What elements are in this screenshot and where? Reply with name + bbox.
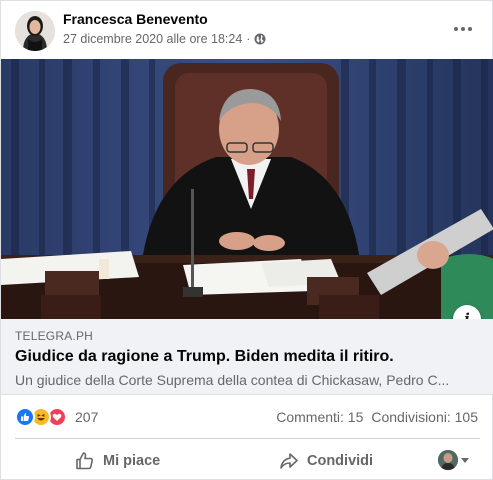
chevron-down-icon: [461, 457, 469, 463]
share-button-label: Condividi: [307, 453, 374, 469]
post-timestamp[interactable]: 27 dicembre 2020 alle ore 18:24: [63, 32, 242, 46]
more-options-icon[interactable]: [449, 17, 477, 41]
like-reaction-icon: [15, 407, 35, 427]
like-button-label: Mi piace: [103, 453, 161, 469]
link-title[interactable]: Giudice da ragione a Trump. Biden medita…: [15, 348, 394, 366]
author-avatar[interactable]: [15, 11, 55, 51]
engagement-counts: Commenti: 15 Condivisioni: 105: [276, 409, 478, 425]
meta-separator: ·: [246, 32, 251, 46]
share-icon: [280, 453, 298, 469]
divider: [15, 438, 480, 439]
link-description: Un giudice della Corte Suprema della con…: [15, 372, 450, 388]
link-preview-image[interactable]: [1, 59, 493, 319]
facebook-post: Francesca Benevento 27 dicembre 2020 all…: [0, 0, 493, 480]
comments-count[interactable]: Commenti: 15: [276, 409, 363, 425]
thumbs-up-icon: [76, 452, 93, 470]
post-as-selector[interactable]: [438, 450, 469, 470]
share-button[interactable]: Condividi: [279, 447, 373, 475]
post-meta: 27 dicembre 2020 alle ore 18:24 ·: [63, 32, 266, 46]
post-header: Francesca Benevento 27 dicembre 2020 all…: [1, 1, 493, 59]
globe-icon[interactable]: [254, 33, 266, 45]
link-preview[interactable]: TELEGRA.PH Giudice da ragione a Trump. B…: [1, 319, 493, 395]
user-avatar: [438, 450, 458, 470]
author-name[interactable]: Francesca Benevento: [63, 11, 208, 27]
reactions-summary[interactable]: 207: [15, 407, 98, 427]
like-button[interactable]: Mi piace: [75, 447, 160, 475]
shares-count[interactable]: Condivisioni: 105: [371, 409, 478, 425]
reaction-count[interactable]: 207: [75, 409, 98, 425]
link-domain: TELEGRA.PH: [15, 329, 94, 343]
